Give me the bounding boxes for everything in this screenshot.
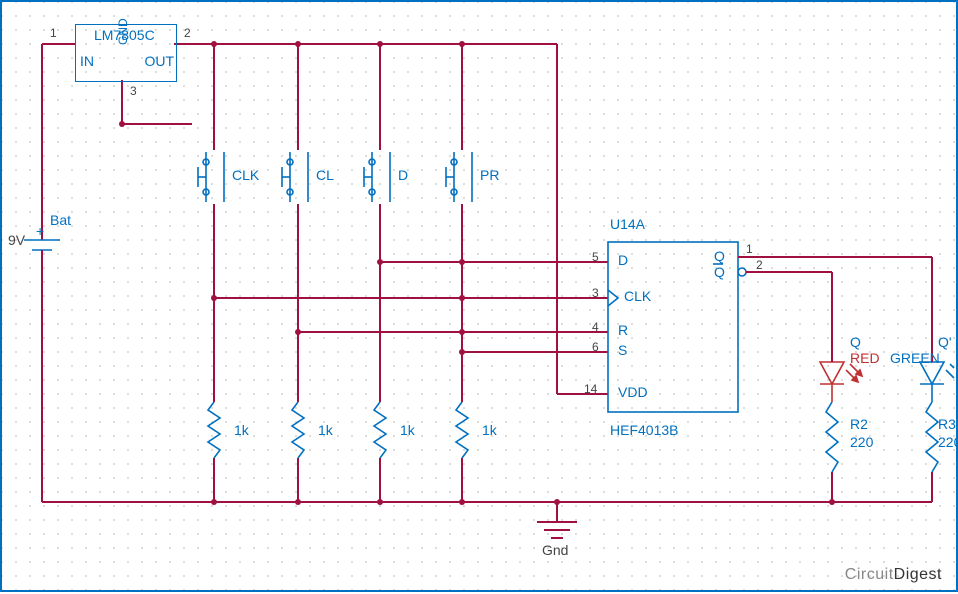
ic-pin-num-vdd: 14 bbox=[584, 382, 597, 396]
r2-ref: R2 bbox=[850, 416, 868, 432]
credit-a: Circuit bbox=[845, 566, 894, 583]
regulator-pin-gnd: 3 bbox=[130, 84, 137, 98]
led-green bbox=[920, 362, 954, 402]
battery-value: 9V bbox=[8, 232, 25, 248]
ic-pin-num-s: 6 bbox=[592, 340, 599, 354]
ic-pin-name-vdd: VDD bbox=[618, 384, 648, 400]
ic-pin-num-d: 5 bbox=[592, 250, 599, 264]
ic-pin-name-d: D bbox=[618, 252, 628, 268]
r3-value: 220 bbox=[938, 434, 958, 450]
battery-label: Bat bbox=[50, 212, 71, 228]
r3-ref: R3 bbox=[938, 416, 956, 432]
ic-pin-num-q: 1 bbox=[746, 242, 753, 256]
button-column-4 bbox=[446, 44, 472, 502]
regulator-in-label: IN bbox=[80, 53, 94, 69]
wires-layer: .w { stroke: #a01040; stroke-width: 2; f… bbox=[2, 2, 958, 594]
ic-pin-name-clk: CLK bbox=[624, 288, 651, 304]
led-qb-name: Q' bbox=[938, 334, 952, 350]
button-column-2 bbox=[282, 44, 308, 502]
ic-pin-num-clk: 3 bbox=[592, 286, 599, 300]
regulator-box: LM7805C IN OUT GND bbox=[75, 24, 177, 82]
regulator-out-label: OUT bbox=[144, 53, 174, 69]
resistor-val-3: 1k bbox=[400, 422, 415, 438]
regulator-pin-out: 2 bbox=[184, 26, 191, 40]
ic-pin-name-qb: Q bbox=[714, 264, 725, 280]
led-q-color: RED bbox=[850, 350, 880, 366]
ic-pin-name-s: S bbox=[618, 342, 627, 358]
r2-value: 220 bbox=[850, 434, 873, 450]
circuit-canvas: .w { stroke: #a01040; stroke-width: 2; f… bbox=[0, 0, 958, 592]
resistor-val-4: 1k bbox=[482, 422, 497, 438]
led-red bbox=[820, 362, 862, 402]
resistor-val-2: 1k bbox=[318, 422, 333, 438]
svg-text:+: + bbox=[36, 223, 44, 239]
button-label-clk: CLK bbox=[232, 167, 259, 183]
led-q-name: Q bbox=[850, 334, 861, 350]
regulator-gnd-label: GND bbox=[116, 18, 130, 45]
ic-pin-num-qb: 2 bbox=[756, 258, 763, 272]
credit-text: CircuitDigest bbox=[845, 566, 942, 584]
button-label-d: D bbox=[398, 167, 408, 183]
button-column-3 bbox=[364, 44, 390, 502]
ic-pin-name-q: Q bbox=[714, 248, 725, 264]
credit-b: Digest bbox=[894, 566, 942, 583]
ic-pin-name-r: R bbox=[618, 322, 628, 338]
button-column-1 bbox=[198, 44, 224, 502]
button-label-cl: CL bbox=[316, 167, 334, 183]
led-qb-color: GREEN bbox=[890, 350, 940, 366]
resistor-val-1: 1k bbox=[234, 422, 249, 438]
ground-label: Gnd bbox=[542, 542, 568, 558]
ic-pin-num-r: 4 bbox=[592, 320, 599, 334]
ic-ref: U14A bbox=[610, 216, 645, 232]
button-label-pr: PR bbox=[480, 167, 499, 183]
ic-part: HEF4013B bbox=[610, 422, 678, 438]
regulator-pin-in: 1 bbox=[50, 26, 57, 40]
ground-symbol bbox=[537, 502, 577, 538]
battery-symbol: + bbox=[24, 44, 60, 502]
